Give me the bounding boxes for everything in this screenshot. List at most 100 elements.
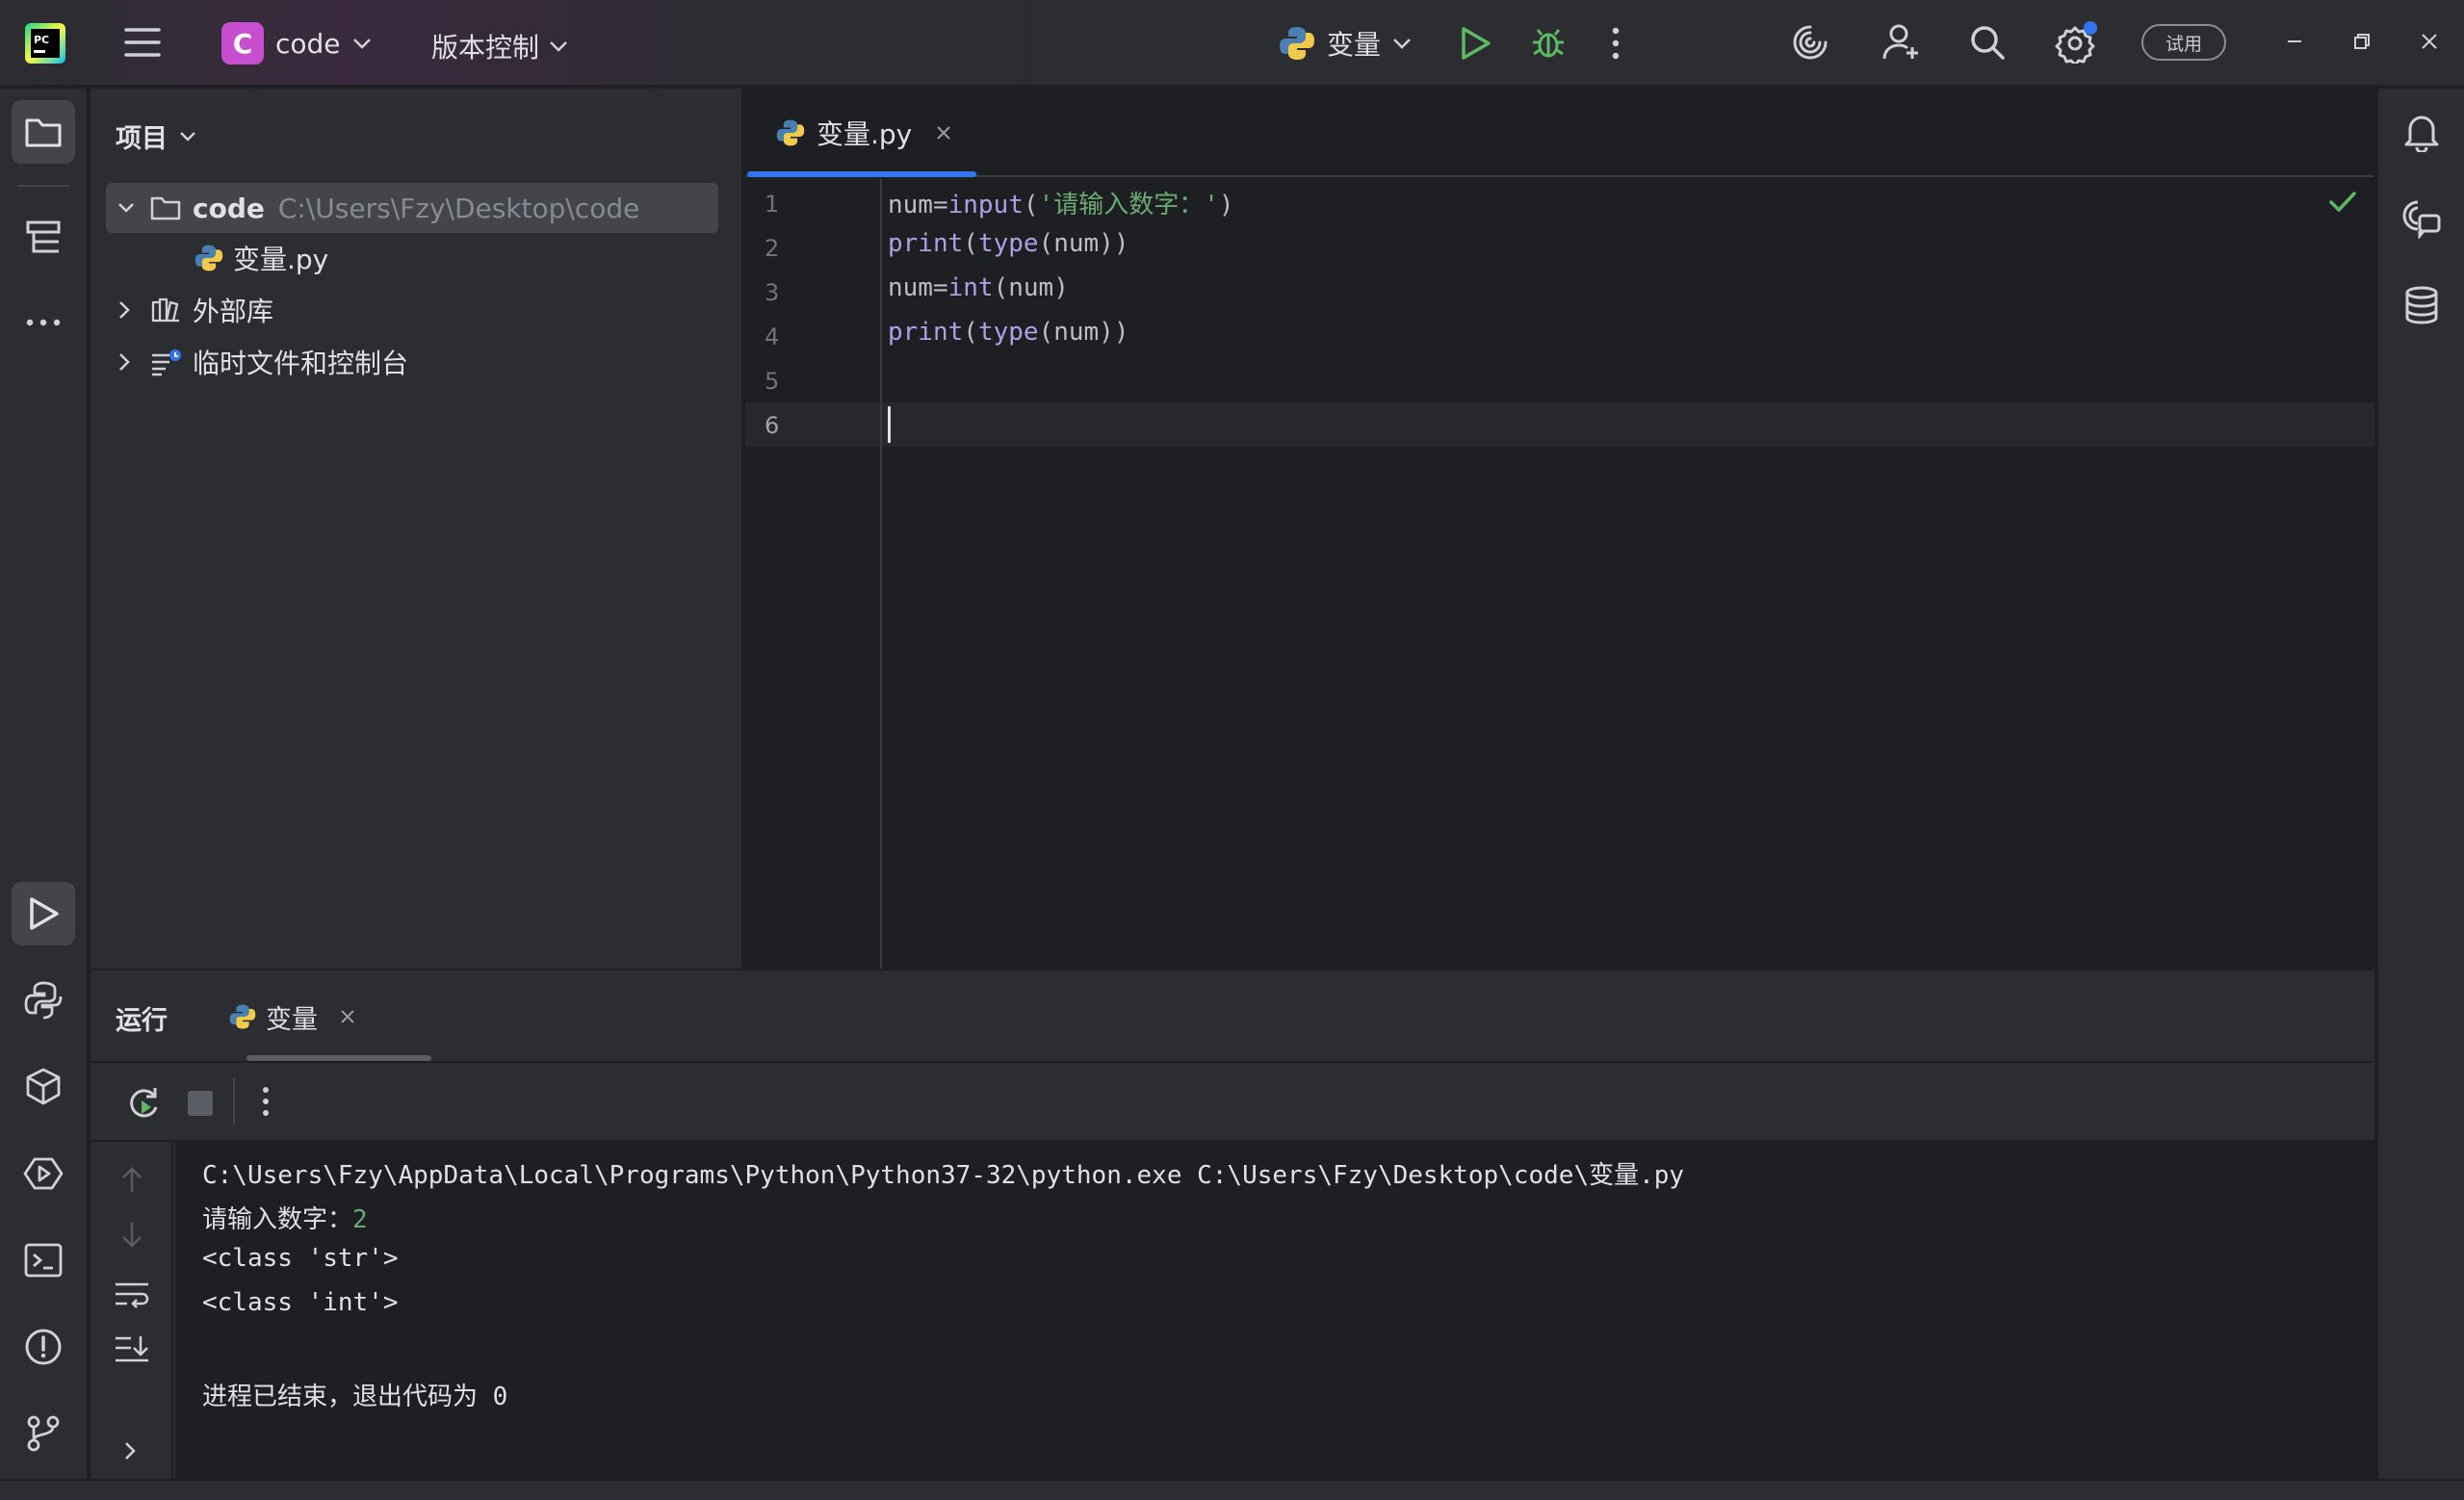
scroll-down-button[interactable]	[119, 1221, 144, 1250]
run-tab[interactable]: 变量	[229, 988, 356, 1046]
editor-tab-label: 变量.py	[817, 118, 913, 150]
settings-button[interactable]	[2055, 19, 2099, 64]
python-packages-tool-button[interactable]	[12, 1055, 75, 1119]
problems-tool-button[interactable]	[12, 1315, 75, 1379]
stop-icon	[187, 1090, 214, 1117]
stop-button[interactable]	[187, 1090, 214, 1117]
more-actions-button[interactable]	[260, 1084, 272, 1119]
scroll-up-button[interactable]	[119, 1165, 144, 1194]
tree-item-label: code	[193, 192, 265, 224]
debug-button[interactable]	[1529, 23, 1568, 62]
scratches-icon	[150, 348, 183, 376]
ai-chat-button[interactable]	[2390, 187, 2453, 250]
services-icon	[23, 1153, 64, 1194]
arrow-down-icon	[119, 1221, 144, 1250]
run-tool-button[interactable]	[12, 882, 75, 945]
tree-item-code[interactable]: code C:\Users\Fzy\Desktop\code	[106, 183, 718, 233]
run-config-selector[interactable]: 变量	[1279, 24, 1412, 63]
debug-icon	[1529, 23, 1568, 62]
run-config-label: 变量	[1327, 29, 1382, 61]
soft-wrap-button[interactable]	[114, 1280, 150, 1309]
scroll-to-end-icon	[114, 1334, 150, 1363]
console-output[interactable]: C:\Users\Fzy\AppData\Local\Programs\Pyth…	[175, 1142, 2374, 1481]
run-button[interactable]	[1458, 25, 1492, 62]
notifications-button[interactable]	[2390, 100, 2453, 164]
python-icon	[229, 1003, 256, 1030]
code-token: type	[977, 229, 1039, 258]
terminal-tool-button[interactable]	[12, 1228, 75, 1292]
chevron-down-icon	[352, 37, 372, 50]
chevron-down-icon	[549, 39, 568, 53]
code-token: (	[1023, 191, 1039, 220]
code-token: print	[888, 318, 964, 347]
chevron-right-icon[interactable]	[117, 352, 131, 372]
chevron-right-icon[interactable]	[117, 300, 131, 320]
code-line[interactable]: print(type(num))	[888, 318, 1128, 347]
project-tool-button[interactable]	[12, 100, 75, 164]
run-header: 运行 变量	[91, 970, 2374, 1063]
close-tab-icon[interactable]	[339, 1008, 356, 1025]
code-line[interactable]: print(type(num))	[888, 229, 1128, 258]
project-panel-title: 项目	[116, 124, 168, 154]
text-caret	[888, 406, 891, 443]
svg-text:PC: PC	[34, 34, 49, 46]
more-actions-button[interactable]	[1610, 25, 1621, 62]
scroll-to-end-button[interactable]	[114, 1334, 150, 1363]
trial-badge[interactable]: 试用	[2141, 24, 2226, 61]
editor-tab[interactable]: 变量.py	[747, 89, 978, 177]
search-button[interactable]	[1968, 23, 2007, 62]
code-token: '请输入数字：'	[1038, 191, 1219, 220]
chevron-down-icon	[1392, 37, 1412, 50]
tree-item-external-libraries[interactable]: 外部库	[106, 285, 718, 335]
console-exit-line: 进程已结束，退出代码为 0	[202, 1383, 508, 1411]
vcs-menu[interactable]: 版本控制	[431, 27, 568, 65]
active-run-tab-indicator	[246, 1055, 431, 1061]
ai-assistant-icon	[1791, 23, 1829, 62]
restore-button[interactable]	[2353, 33, 2371, 50]
line-number: 3	[765, 279, 780, 306]
trial-label: 试用	[2141, 24, 2226, 61]
structure-tool-button[interactable]	[12, 206, 75, 270]
console-output-line: <class 'str'>	[202, 1244, 399, 1273]
project-folder-icon	[24, 115, 63, 149]
inspection-ok-icon[interactable]	[2328, 191, 2357, 214]
search-icon	[1968, 23, 2007, 62]
title-bar: PC C code 版本控制 变量 试用	[0, 0, 2464, 87]
close-tab-icon[interactable]	[935, 124, 952, 142]
tree-item-scratches[interactable]: 临时文件和控制台	[106, 337, 718, 387]
tree-item-file[interactable]: 变量.py	[106, 233, 718, 283]
close-window-button[interactable]	[2421, 33, 2438, 50]
rerun-button[interactable]	[125, 1084, 162, 1121]
console-command-line: C:\Users\Fzy\AppData\Local\Programs\Pyth…	[202, 1161, 1685, 1190]
line-number: 5	[765, 368, 780, 395]
database-button[interactable]	[2390, 273, 2453, 337]
vcs-label: 版本控制	[431, 32, 540, 64]
code-with-me-button[interactable]	[1881, 22, 1922, 63]
console-side-toolbar	[91, 1142, 173, 1481]
pycharm-logo-icon[interactable]: PC	[25, 23, 65, 64]
code-token: (	[963, 229, 978, 258]
run-panel-title: 运行	[116, 1006, 168, 1036]
git-tool-button[interactable]	[12, 1402, 75, 1465]
minimize-button[interactable]	[2286, 33, 2303, 50]
python-console-tool-button[interactable]	[12, 969, 75, 1032]
code-line[interactable]: num=int(num)	[888, 273, 1069, 302]
hamburger-menu-icon[interactable]	[123, 25, 162, 60]
close-icon	[2421, 33, 2438, 50]
ai-assistant-button[interactable]	[1791, 23, 1829, 62]
console-output-line: <class 'int'>	[202, 1288, 399, 1317]
expand-button[interactable]	[123, 1440, 137, 1461]
chevron-down-icon[interactable]	[117, 202, 135, 214]
toolbar-divider	[233, 1078, 235, 1125]
project-panel-header[interactable]: 项目	[116, 117, 196, 155]
more-tools-button[interactable]	[12, 291, 75, 354]
code-line[interactable]: num=input('请输入数字：')	[888, 185, 1234, 220]
tree-item-label: 外部库	[193, 296, 274, 327]
code-token: (num))	[1038, 318, 1129, 347]
soft-wrap-icon	[114, 1280, 150, 1309]
line-number: 4	[765, 323, 780, 350]
restore-icon	[2353, 33, 2371, 50]
services-tool-button[interactable]	[12, 1142, 75, 1205]
code-token: type	[977, 318, 1039, 347]
project-switcher[interactable]: C code	[221, 22, 372, 65]
